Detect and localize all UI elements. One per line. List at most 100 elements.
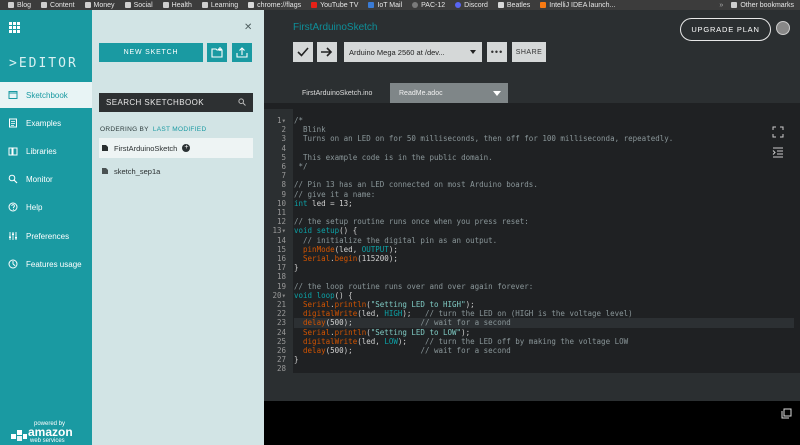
tab-readme[interactable]: ReadMe.adoc <box>390 83 486 103</box>
bookmark-item[interactable]: chrome://flags <box>248 2 301 9</box>
tab-menu-button[interactable] <box>486 83 508 103</box>
upload-icon <box>236 47 248 58</box>
line-number-text: 6 <box>281 162 286 171</box>
fold-toggle-icon[interactable]: ▾ <box>281 291 286 300</box>
bookmark-item[interactable]: Money <box>84 2 115 9</box>
code-token: int <box>294 198 308 208</box>
ordering-value[interactable]: LAST MODIFIED <box>153 126 207 133</box>
line-number-text: 23 <box>276 318 286 328</box>
page-icon <box>497 2 504 8</box>
close-panel-icon[interactable]: ✕ <box>244 22 252 33</box>
bookmark-label: Learning <box>210 1 239 9</box>
bookmark-item[interactable]: YouTube TV <box>311 2 358 9</box>
nav-item-libraries[interactable]: Libraries <box>0 138 92 164</box>
code-line: delay(500); // wait for a second <box>294 346 511 355</box>
line-number-text: 4 <box>281 143 286 153</box>
bookmarks-overflow[interactable]: » <box>719 2 723 9</box>
code-token: Serial <box>303 300 331 309</box>
code-token: delay <box>303 318 326 328</box>
code-line: delay(500); // wait for a second <box>294 318 511 327</box>
verify-button[interactable] <box>293 42 313 62</box>
code-editor[interactable]: 1▾ /* 2 Blink 3 Turns on an LED on for 50 m… <box>264 103 800 373</box>
examples-icon <box>8 118 18 128</box>
sketch-list-item[interactable]: sketch_sep1a <box>99 161 253 181</box>
bookmark-item[interactable]: Content <box>41 2 75 9</box>
bookmark-item[interactable]: IntelliJ IDEA launch... <box>540 2 615 9</box>
bookmark-item[interactable]: PAC-12 <box>412 2 445 9</box>
line-number: 7 <box>264 171 286 180</box>
code-token: ); <box>465 300 475 309</box>
code-token: (115200); <box>357 254 398 263</box>
nav-item-features-usage[interactable]: Features usage <box>0 251 92 277</box>
line-number-text: 15 <box>276 244 286 254</box>
fold-toggle-icon[interactable]: ▾ <box>281 116 286 125</box>
search-sketchbook-input[interactable]: SEARCH SKETCHBOOK <box>99 93 253 112</box>
bookmark-label: Health <box>171 1 192 9</box>
sketch-title[interactable]: FirstArduinoSketch <box>293 22 377 33</box>
code-token: This example code is in the public domai… <box>294 152 493 162</box>
preferences-icon <box>8 231 18 241</box>
left-nav: >EDITOR Sketchbook Examples Libraries Monit… <box>0 10 92 445</box>
editor-area: FirstArduinoSketch UPGRADE PLAN Arduino … <box>264 10 800 401</box>
code-token: ); <box>402 309 425 319</box>
code-token: // Pin 13 has an LED connected on most A… <box>294 180 538 190</box>
bookmark-item[interactable]: IoT Mail <box>368 2 402 9</box>
upgrade-plan-button[interactable]: UPGRADE PLAN <box>680 18 771 41</box>
apps-grid-icon[interactable] <box>9 22 20 33</box>
pac12-icon <box>412 2 419 8</box>
indent-icon[interactable] <box>772 146 784 158</box>
nav-item-examples[interactable]: Examples <box>0 110 92 136</box>
code-token: digitalWrite <box>303 336 358 346</box>
nav-item-preferences[interactable]: Preferences <box>0 223 92 249</box>
nav-item-help[interactable]: Help <box>0 194 92 220</box>
code-token: // the setup routine runs once when you … <box>294 217 529 227</box>
upload-button[interactable] <box>317 42 337 62</box>
line-number-text: 25 <box>276 336 286 346</box>
nav-item-label: Monitor <box>26 174 53 184</box>
nav-item-sketchbook[interactable]: Sketchbook <box>0 82 92 108</box>
features-icon <box>8 259 18 269</box>
avatar[interactable] <box>776 21 790 35</box>
new-sketch-button[interactable]: NEW SKETCH <box>99 43 203 62</box>
import-button[interactable] <box>232 43 252 62</box>
code-line: // the setup routine runs once when you … <box>294 217 529 226</box>
line-number-text: 22 <box>276 309 286 319</box>
bookmark-item[interactable]: Learning <box>201 1 239 9</box>
other-bookmarks[interactable]: Other bookmarks <box>731 2 794 9</box>
fullscreen-icon[interactable] <box>772 126 784 138</box>
folder-icon <box>124 2 131 8</box>
nav-item-monitor[interactable]: Monitor <box>0 166 92 192</box>
bookmark-item[interactable]: Beatles <box>497 2 530 9</box>
board-selector[interactable]: Arduino Mega 2560 at /dev... <box>344 42 482 62</box>
bookmark-item[interactable]: Blog <box>8 2 31 9</box>
line-number-text: 24 <box>276 327 286 337</box>
checkmark-icon <box>297 47 309 57</box>
fold-toggle-icon[interactable]: ▾ <box>281 226 286 235</box>
share-button[interactable]: SHARE <box>512 42 546 62</box>
code-token: Serial <box>303 254 331 263</box>
line-number: 28 <box>264 364 286 373</box>
add-file-icon[interactable]: + <box>182 144 191 152</box>
new-folder-button[interactable] <box>207 43 227 62</box>
line-number: 4 <box>264 144 286 153</box>
line-number: 11 <box>264 208 286 217</box>
chevron-down-icon <box>470 50 476 54</box>
bookmark-item[interactable]: Discord <box>455 2 488 9</box>
tab-sketch-ino[interactable]: FirstArduinoSketch.ino <box>293 83 383 103</box>
new-folder-icon <box>211 47 223 58</box>
bookmark-item[interactable]: Social <box>124 2 153 9</box>
code-line: void setup() { <box>294 226 357 235</box>
code-token: (led, <box>357 309 385 319</box>
line-number: 12 <box>264 217 286 226</box>
copy-icon[interactable] <box>781 408 792 419</box>
sketch-list-item[interactable]: FirstArduinoSketch + <box>99 138 253 158</box>
code-token: void <box>294 226 313 236</box>
line-number: 10 <box>264 199 286 208</box>
line-number-text: 8 <box>281 180 286 190</box>
code-token: // wait for a second <box>420 346 511 355</box>
more-options-button[interactable]: ••• <box>487 42 507 62</box>
bookmark-item[interactable]: Health <box>162 1 192 9</box>
line-number: 13▾ <box>264 226 286 235</box>
